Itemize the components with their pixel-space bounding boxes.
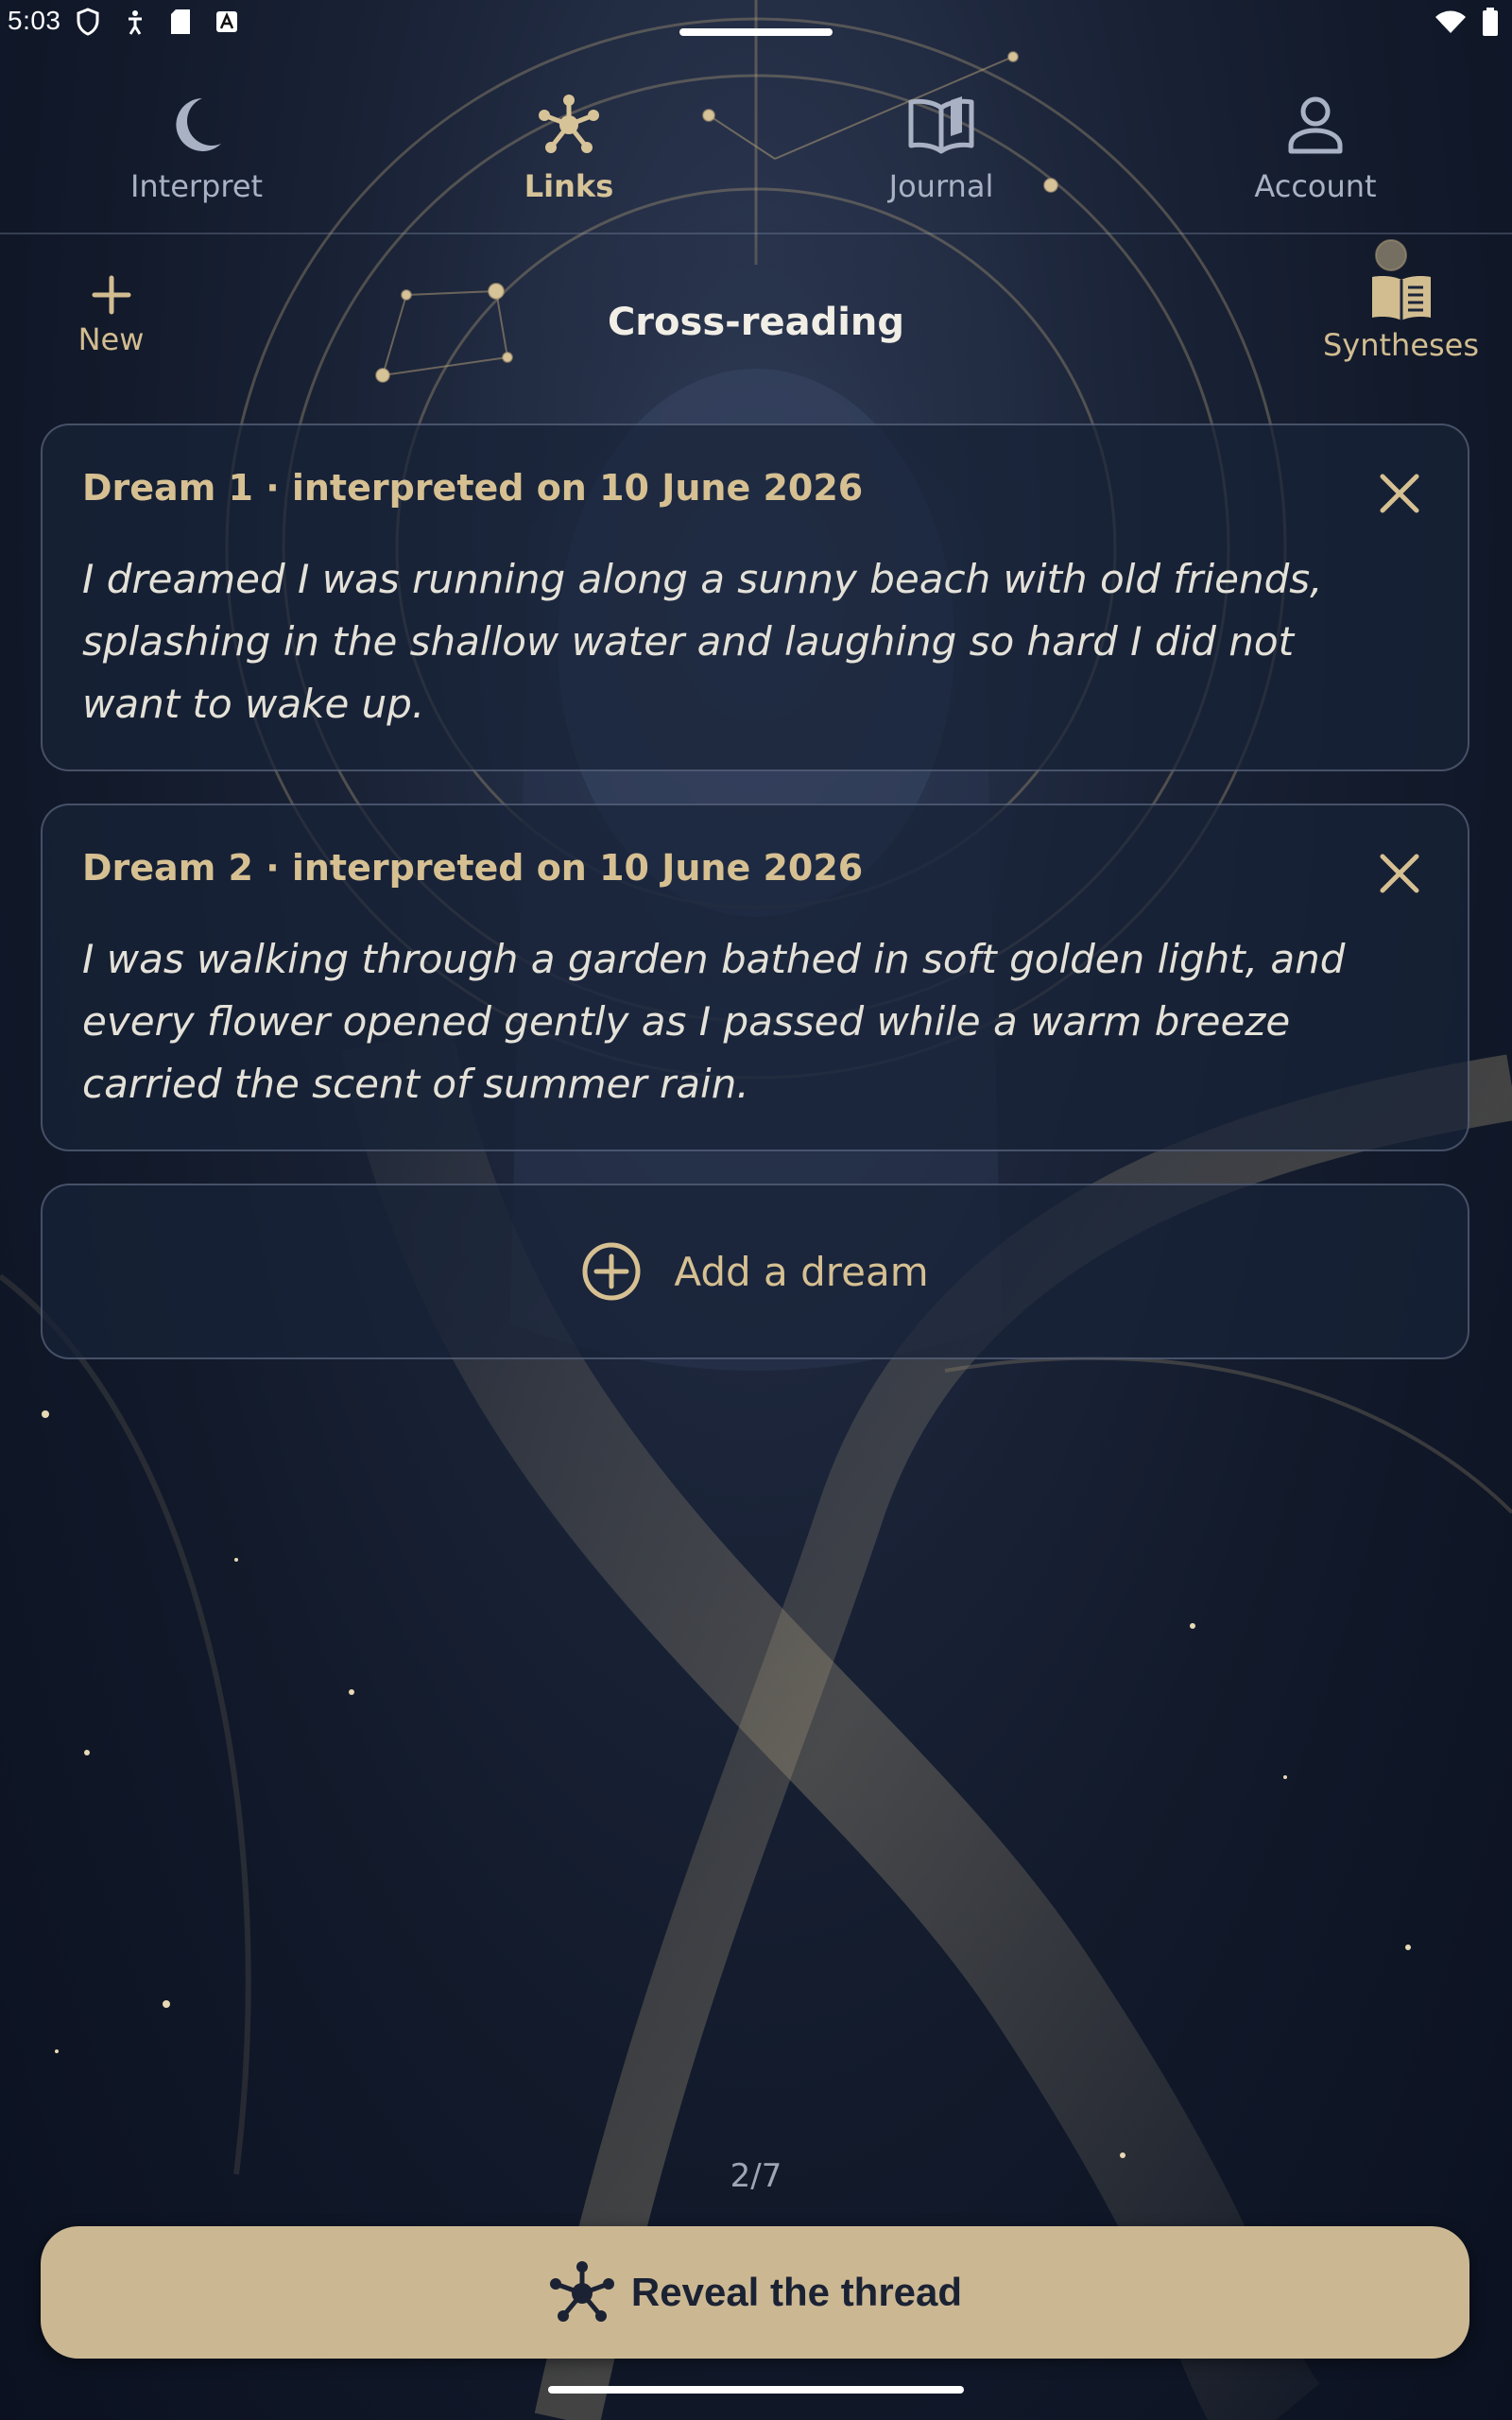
constellation-icon: [539, 95, 599, 153]
tab-journal[interactable]: Journal: [799, 47, 1083, 233]
shield-icon: [77, 8, 99, 36]
reveal-thread-button[interactable]: Reveal the thread: [41, 2226, 1469, 2359]
wifi-icon: [1435, 10, 1466, 33]
tab-label: Links: [524, 168, 614, 204]
dream-title: Dream 2 · interpreted on 10 June 2026: [82, 847, 864, 889]
tab-links[interactable]: Links: [427, 47, 711, 233]
book-icon: [1371, 276, 1431, 320]
add-dream-button[interactable]: Add a dream: [41, 1184, 1469, 1359]
new-button[interactable]: New: [57, 274, 165, 378]
new-label: New: [77, 321, 145, 357]
page-title: Cross-reading: [607, 301, 905, 344]
person-icon: [1288, 96, 1343, 154]
syntheses-button[interactable]: Syntheses: [1314, 274, 1488, 378]
plus-icon: [92, 275, 130, 315]
dream-counter: 2/7: [730, 2157, 782, 2195]
accessibility-icon: [129, 10, 142, 35]
sd-card-icon: [171, 9, 190, 34]
close-icon[interactable]: [1373, 467, 1426, 520]
constellation-icon: [549, 2261, 614, 2322]
reveal-label: Reveal the thread: [630, 2270, 963, 2314]
moon-icon: [176, 98, 221, 151]
dream-text: I was walking through a garden bathed in…: [82, 936, 1346, 1107]
home-indicator: [548, 2386, 964, 2394]
tab-label: Interpret: [129, 168, 264, 204]
plus-circle-icon: [582, 1242, 641, 1301]
dream-text: I dreamed I was running along a sunny be…: [82, 556, 1323, 727]
battery-icon: [1483, 8, 1498, 36]
header-row: New Cross-reading Syntheses: [0, 255, 1512, 397]
top-nav: Interpret Links Journal Account: [0, 47, 1512, 234]
tab-account[interactable]: Account: [1174, 47, 1457, 233]
tab-label: Account: [1254, 168, 1377, 204]
book-open-icon: [908, 96, 974, 154]
font-a-icon: [216, 11, 237, 32]
status-bar: 5:03: [0, 0, 1512, 47]
dream-card: Dream 1 · interpreted on 10 June 2026 I …: [41, 424, 1469, 771]
close-icon[interactable]: [1373, 847, 1426, 900]
add-dream-label: Add a dream: [674, 1248, 929, 1295]
tab-label: Journal: [888, 168, 994, 204]
syntheses-label: Syntheses: [1322, 327, 1480, 363]
dream-card: Dream 2 · interpreted on 10 June 2026 I …: [41, 804, 1469, 1151]
dream-title: Dream 1 · interpreted on 10 June 2026: [82, 467, 864, 509]
tab-interpret[interactable]: Interpret: [55, 47, 338, 233]
top-handle: [679, 28, 833, 36]
status-time: 5:03: [8, 6, 61, 35]
